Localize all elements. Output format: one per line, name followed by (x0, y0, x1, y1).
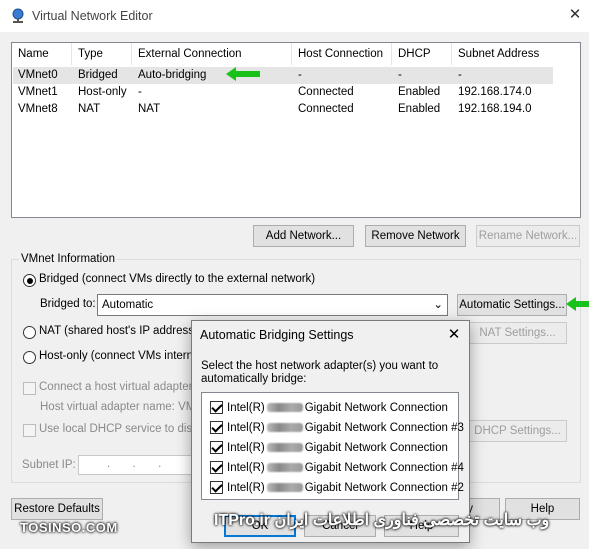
adapter-name: Intel(R) Gigabit Network Connection #2 (227, 482, 464, 494)
dhcp-label: Use local DHCP service to distrib (39, 423, 209, 435)
annotation-arrow-icon (226, 67, 260, 81)
bridged-radio-label: Bridged (connect VMs directly to the ext… (39, 273, 316, 285)
window-title: Virtual Network Editor (32, 9, 153, 23)
redacted-text-icon (266, 423, 303, 433)
adapter-name: Intel(R) Gigabit Network Connection #3 (227, 422, 464, 434)
cell-host-connection: - (298, 69, 302, 81)
nat-settings-button[interactable]: NAT Settings... (468, 322, 567, 344)
bridged-to-label: Bridged to: (40, 298, 96, 310)
connect-adapter-label: Connect a host virtual adapter t (39, 381, 199, 393)
connect-adapter-checkbox[interactable] (23, 382, 36, 395)
nat-radio[interactable] (23, 326, 36, 339)
bridged-to-select[interactable]: Automatic ⌄ (97, 294, 448, 316)
chevron-down-icon: ⌄ (433, 299, 443, 311)
cell-name: VMnet1 (18, 86, 58, 98)
adapter-name-label: Host virtual adapter name: VMw (40, 401, 204, 413)
adapter-checkbox[interactable] (210, 481, 223, 494)
add-network-button[interactable]: Add Network... (253, 225, 354, 247)
cell-external-connection: NAT (138, 103, 161, 115)
column-header-name[interactable]: Name (12, 43, 72, 65)
cell-dhcp: - (398, 69, 402, 81)
cell-name: VMnet0 (18, 69, 58, 81)
watermark-left: TOSINSO.COM (20, 520, 118, 535)
bridged-to-value: Automatic (102, 299, 154, 311)
network-list[interactable]: Name Type External Connection Host Conne… (11, 42, 581, 218)
cell-subnet: - (458, 69, 462, 81)
cell-host-connection: Connected (298, 103, 354, 115)
cell-external-connection: Auto-bridging (138, 69, 207, 81)
redacted-text-icon (266, 483, 303, 493)
remove-network-button[interactable]: Remove Network (365, 225, 466, 247)
annotation-arrow-icon (566, 297, 589, 311)
column-header-external-connection[interactable]: External Connection (132, 43, 292, 65)
dialog-description: Select the host network adapter(s) you w… (201, 360, 439, 385)
cell-subnet: 192.168.194.0 (458, 103, 532, 115)
cell-name: VMnet8 (18, 103, 58, 115)
adapter-list: Intel(R) Gigabit Network Connection Intel… (201, 392, 464, 500)
cell-type: Host-only (78, 86, 127, 98)
dhcp-settings-button[interactable]: DHCP Settings... (468, 420, 567, 442)
automatic-settings-button[interactable]: Automatic Settings... (457, 294, 567, 316)
cell-external-connection: - (138, 86, 142, 98)
bridged-radio[interactable] (23, 274, 36, 287)
cell-subnet: 192.168.174.0 (458, 86, 532, 98)
rename-network-button[interactable]: Rename Network... (476, 225, 580, 247)
nat-radio-label: NAT (shared host's IP address w (39, 325, 206, 337)
adapter-name: Intel(R) Gigabit Network Connection (227, 402, 448, 414)
adapter-checkbox[interactable] (210, 401, 223, 414)
watermark-right: ITPro.ir وب سایت تخصصی فناوری اطلاعات ای… (214, 512, 550, 529)
cell-dhcp: Enabled (398, 86, 441, 98)
adapter-checkbox[interactable] (210, 421, 223, 434)
column-header-type[interactable]: Type (72, 43, 132, 65)
cell-host-connection: Connected (298, 86, 354, 98)
redacted-text-icon (266, 463, 303, 473)
host-only-radio-label: Host-only (connect VMs internal (39, 350, 202, 362)
adapter-name: Intel(R) Gigabit Network Connection #4 (227, 462, 464, 474)
adapter-name: Intel(R) Gigabit Network Connection (227, 442, 448, 454)
cell-type: NAT (78, 103, 101, 115)
network-app-icon (10, 8, 26, 24)
subnet-ip-value: . . . (107, 458, 162, 470)
dialog-close-icon[interactable]: ✕ (444, 325, 464, 345)
column-header-host-connection[interactable]: Host Connection (292, 43, 392, 65)
close-icon[interactable]: ✕ (566, 6, 584, 24)
adapter-checkbox[interactable] (210, 461, 223, 474)
cell-type: Bridged (78, 69, 118, 81)
dialog-title: Automatic Bridging Settings (200, 328, 354, 342)
redacted-text-icon (266, 403, 303, 413)
restore-defaults-button[interactable]: Restore Defaults (11, 498, 103, 520)
column-header-subnet-address[interactable]: Subnet Address (452, 43, 554, 65)
adapter-checkbox[interactable] (210, 441, 223, 454)
cell-dhcp: Enabled (398, 103, 441, 115)
subnet-ip-input[interactable]: . . . (78, 455, 198, 475)
host-only-radio[interactable] (23, 351, 36, 364)
column-header-dhcp[interactable]: DHCP (392, 43, 452, 65)
subnet-ip-label: Subnet IP: (22, 459, 76, 471)
vmnet-information-label: VMnet Information (19, 253, 117, 265)
redacted-text-icon (266, 443, 303, 453)
dhcp-checkbox[interactable] (23, 424, 36, 437)
